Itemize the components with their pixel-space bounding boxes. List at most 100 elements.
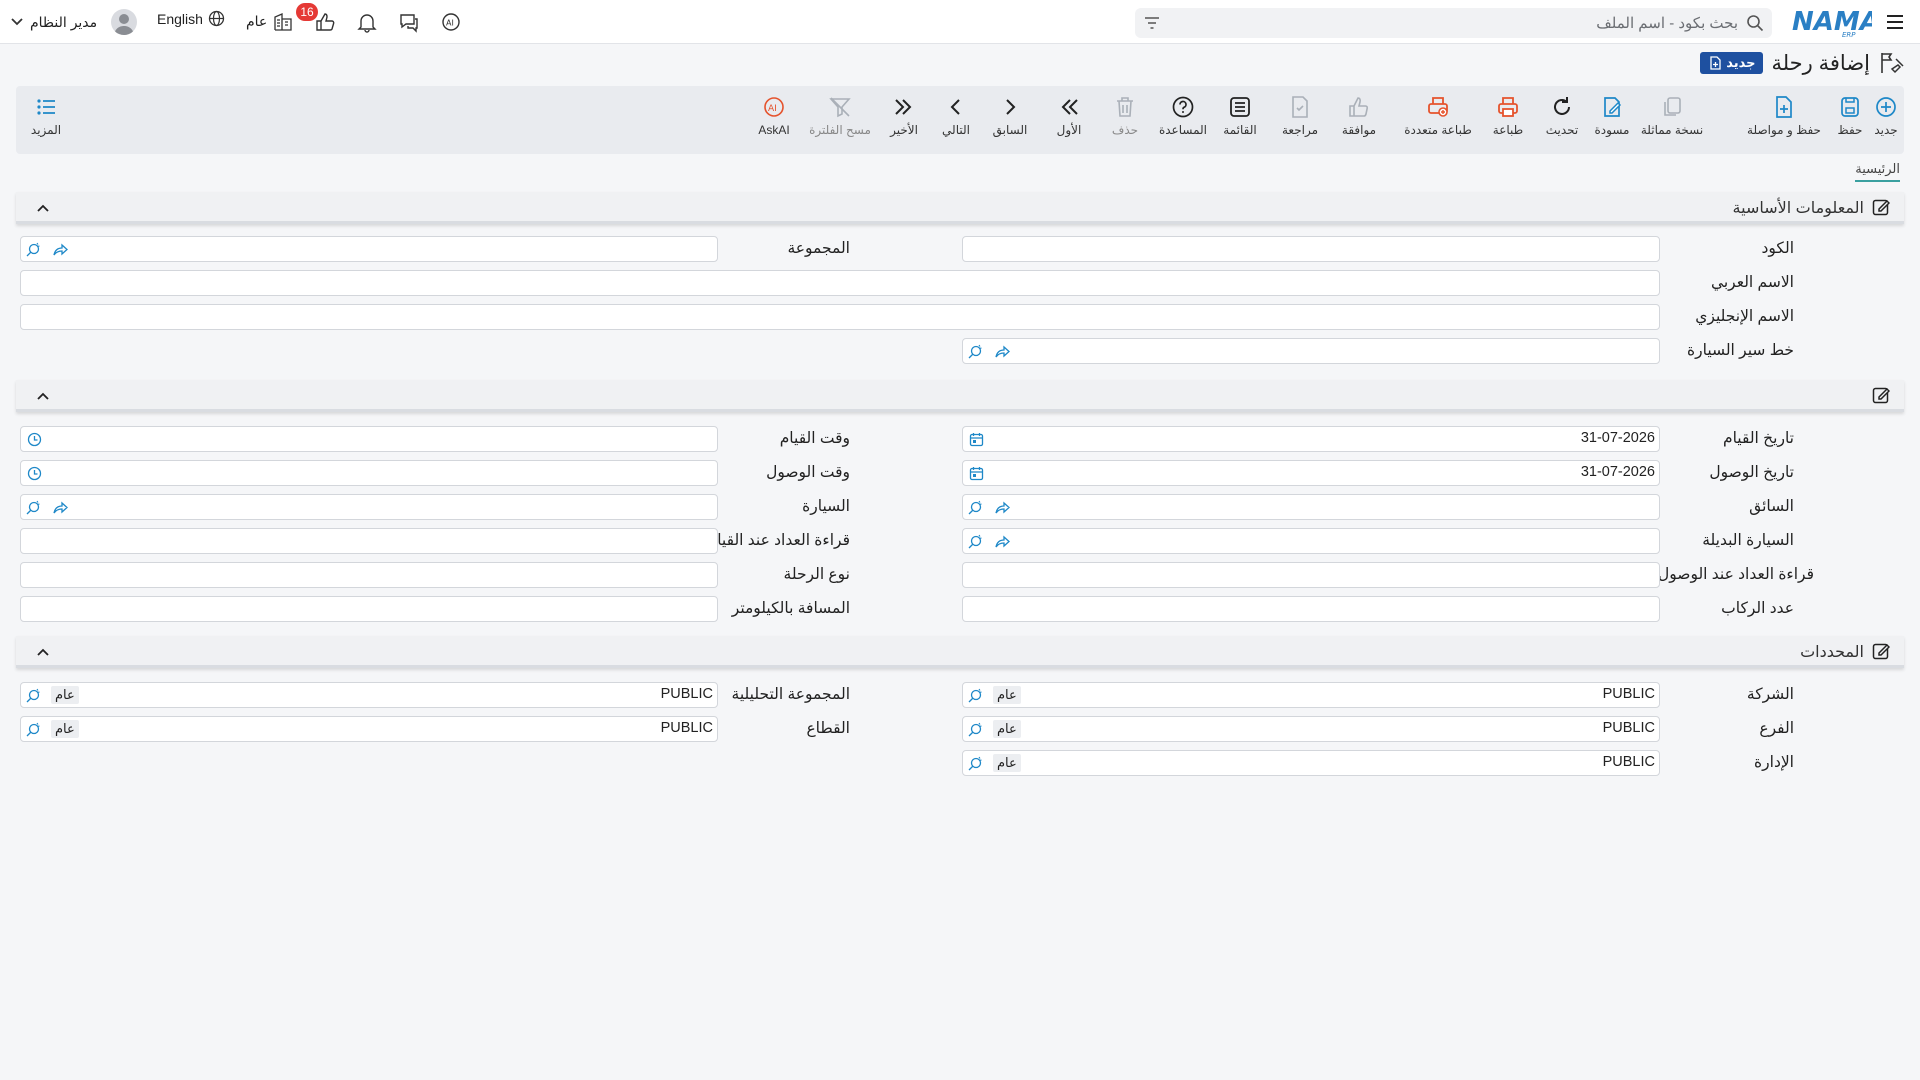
- chevron-up-icon[interactable]: [36, 389, 50, 403]
- calendar-icon[interactable]: [969, 432, 984, 447]
- lookup-search-icon[interactable]: [26, 500, 41, 515]
- lookup-search-icon[interactable]: [968, 688, 983, 703]
- share-icon[interactable]: [53, 500, 68, 515]
- askai-button[interactable]: AI AskAI: [754, 94, 794, 137]
- lookup-search-icon[interactable]: [968, 722, 983, 737]
- search-icon[interactable]: [1746, 14, 1764, 32]
- print-label: طباعة: [1492, 123, 1524, 137]
- arrival-time-label: وقت الوصول: [766, 464, 850, 481]
- duplicate-button[interactable]: نسخة مماثلة: [1640, 94, 1704, 137]
- dimensions-header[interactable]: المحددات: [16, 636, 1904, 668]
- group-field[interactable]: [20, 236, 718, 262]
- basic-info-header[interactable]: المعلومات الأساسية: [16, 192, 1904, 224]
- help-button[interactable]: المساعدة: [1158, 94, 1208, 137]
- english-name-field[interactable]: [20, 304, 1660, 330]
- lookup-search-icon[interactable]: [968, 534, 983, 549]
- share-icon[interactable]: [995, 500, 1010, 515]
- save-continue-button[interactable]: حفظ و مواصلة: [1744, 94, 1824, 137]
- share-icon[interactable]: [53, 242, 68, 257]
- new-button[interactable]: جديد: [1868, 94, 1904, 137]
- lookup-search-icon[interactable]: [26, 722, 41, 737]
- save-button[interactable]: حفظ: [1832, 94, 1868, 137]
- arrival-date-field[interactable]: 31-07-2026: [962, 460, 1660, 486]
- company-label[interactable]: عام: [246, 13, 267, 30]
- departure-time-label: وقت القيام: [779, 430, 850, 447]
- alt-car-odometer-row: السيارة البديلة قراءة العداد عند القيام: [16, 526, 1904, 556]
- next-button[interactable]: التالي: [938, 94, 974, 137]
- notification-badge: 16: [296, 3, 318, 21]
- department-row: الإدارة PUBLIC عام: [16, 748, 1904, 778]
- odometer-departure-field[interactable]: [20, 528, 718, 554]
- chevron-up-icon[interactable]: [36, 645, 50, 659]
- draft-button[interactable]: مسودة: [1592, 94, 1632, 137]
- calendar-icon[interactable]: [969, 466, 984, 481]
- departure-date-field[interactable]: 31-07-2026: [962, 426, 1660, 452]
- copy-icon: [1659, 94, 1685, 120]
- sector-field[interactable]: PUBLIC عام: [20, 716, 718, 742]
- review-button[interactable]: مراجعة: [1280, 94, 1320, 137]
- passengers-field[interactable]: [962, 596, 1660, 622]
- alt-car-field[interactable]: [962, 528, 1660, 554]
- odometer-arrival-field[interactable]: [962, 562, 1660, 588]
- department-label: الإدارة: [1754, 754, 1794, 771]
- company-field[interactable]: PUBLIC عام: [962, 682, 1660, 708]
- lookup-search-icon[interactable]: [968, 756, 983, 771]
- top-bar: NAMA ERP AI 16 عام English م: [0, 0, 1920, 44]
- multi-print-button[interactable]: طباعة متعددة: [1398, 94, 1478, 137]
- clear-filter-button[interactable]: مسح الفلترة: [808, 94, 872, 137]
- approve-button[interactable]: موافقة: [1336, 94, 1382, 137]
- arabic-name-label: الاسم العربي: [1710, 274, 1794, 291]
- departure-date-label: تاريخ القيام: [1722, 430, 1794, 447]
- chat-icon[interactable]: [398, 11, 420, 33]
- analytic-group-field[interactable]: PUBLIC عام: [20, 682, 718, 708]
- code-field[interactable]: [962, 236, 1660, 262]
- distance-field[interactable]: [20, 596, 718, 622]
- more-list-icon: [33, 94, 59, 120]
- chevron-down-icon: [10, 15, 24, 29]
- lookup-search-icon[interactable]: [968, 500, 983, 515]
- clock-icon[interactable]: [27, 466, 42, 481]
- clock-icon[interactable]: [27, 432, 42, 447]
- share-icon[interactable]: [995, 344, 1010, 359]
- user-menu[interactable]: مدير النظام: [10, 8, 138, 36]
- delete-button[interactable]: حذف: [1110, 94, 1140, 137]
- arrival-time-field[interactable]: [20, 460, 718, 486]
- help-label: المساعدة: [1158, 123, 1208, 137]
- filter-icon[interactable]: [1143, 15, 1161, 31]
- previous-button[interactable]: السابق: [990, 94, 1030, 137]
- list-button[interactable]: القائمة: [1220, 94, 1260, 137]
- avatar: [111, 9, 138, 35]
- ai-assistant-icon[interactable]: AI: [440, 11, 462, 33]
- lookup-search-icon[interactable]: [968, 344, 983, 359]
- nama-logo[interactable]: NAMA ERP: [1790, 6, 1872, 38]
- route-field[interactable]: [962, 338, 1660, 364]
- departure-time-field[interactable]: [20, 426, 718, 452]
- bell-icon[interactable]: [356, 11, 378, 33]
- last-button[interactable]: الأخير: [886, 94, 922, 137]
- lookup-search-icon[interactable]: [26, 688, 41, 703]
- menu-icon[interactable]: [1884, 11, 1906, 33]
- driver-field[interactable]: [962, 494, 1660, 520]
- passengers-label: عدد الركاب: [1721, 600, 1794, 617]
- department-field[interactable]: PUBLIC عام: [962, 750, 1660, 776]
- company-icon[interactable]: [272, 11, 294, 33]
- sector-label: القطاع: [806, 720, 850, 737]
- print-button[interactable]: طباعة: [1490, 94, 1526, 137]
- branch-field[interactable]: PUBLIC عام: [962, 716, 1660, 742]
- group-label: المجموعة: [787, 240, 850, 257]
- arabic-name-field[interactable]: [20, 270, 1660, 296]
- trip-details-header[interactable]: [16, 380, 1904, 412]
- dimensions-section: المحددات الشركة PUBLIC عام المجموعة التح…: [16, 636, 1904, 786]
- car-field[interactable]: [20, 494, 718, 520]
- language-switch[interactable]: English: [157, 10, 225, 27]
- lookup-search-icon[interactable]: [26, 242, 41, 257]
- search-input[interactable]: [1175, 8, 1738, 38]
- share-icon[interactable]: [995, 534, 1010, 549]
- more-button[interactable]: المزيد: [28, 94, 64, 137]
- trip-type-field[interactable]: [20, 562, 718, 588]
- chevron-up-icon[interactable]: [36, 201, 50, 215]
- first-button[interactable]: الأول: [1054, 94, 1084, 137]
- askai-label: AskAI: [758, 123, 790, 137]
- tab-main[interactable]: الرئيسية: [1855, 161, 1900, 182]
- refresh-button[interactable]: تحديث: [1544, 94, 1580, 137]
